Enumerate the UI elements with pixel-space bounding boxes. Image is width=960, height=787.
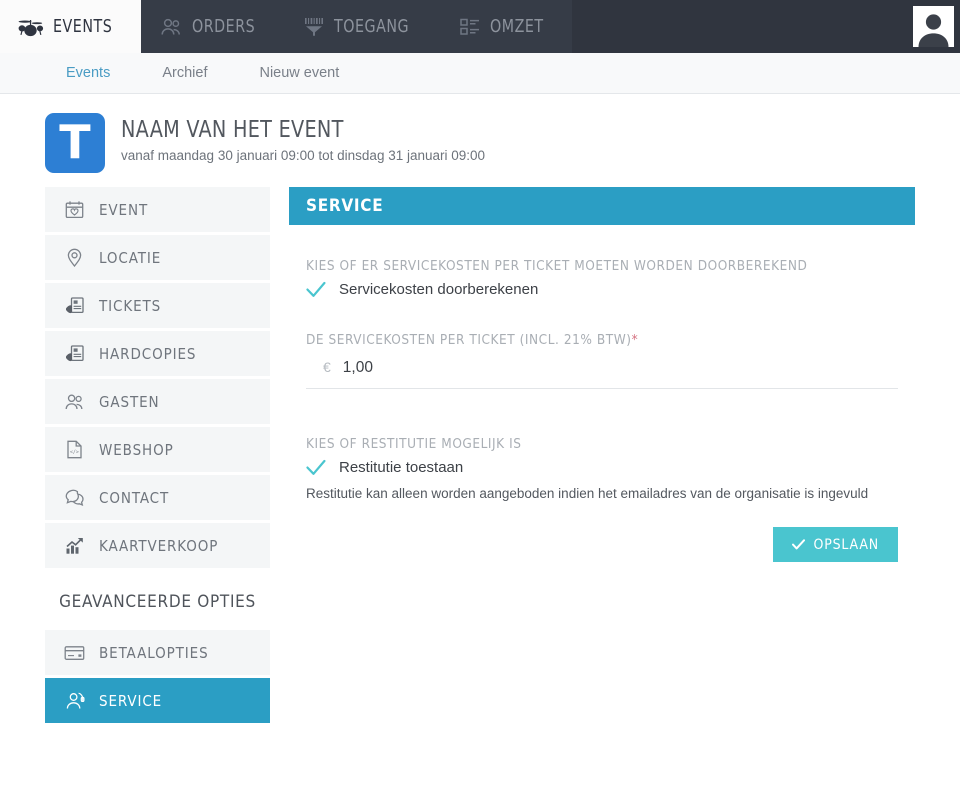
spacer <box>306 298 898 332</box>
actions-row: Opslaan <box>306 527 898 562</box>
content-layout: Event Locatie Tickets <box>0 187 960 726</box>
sidebar-item-contact-label: Contact <box>99 489 169 507</box>
sidebar-item-locatie[interactable]: Locatie <box>45 235 270 280</box>
ticket-hand-icon <box>64 344 85 363</box>
save-button[interactable]: Opslaan <box>773 527 898 562</box>
amount-label-text: De servicekosten per ticket (incl. 21% B… <box>306 332 632 348</box>
nav-item-omzet[interactable]: Omzet <box>441 0 572 53</box>
service-fee-checkbox[interactable]: Servicekosten doorberekenen <box>306 281 898 298</box>
ticket-hand-icon <box>64 296 85 315</box>
code-file-icon: </> <box>64 440 85 459</box>
subnav-item-nieuw-event[interactable]: Nieuw event <box>233 65 365 81</box>
chat-bubbles-icon <box>64 489 85 507</box>
refund-checkbox-label: Restitutie toestaan <box>339 459 463 476</box>
sub-navbar: Events Archief Nieuw event <box>0 53 960 94</box>
amount-input-row[interactable]: € <box>306 350 898 389</box>
service-fee-section-label: Kies of er servicekosten per ticket moet… <box>306 258 898 274</box>
avatar-container <box>907 0 960 53</box>
map-pin-icon <box>64 248 85 267</box>
nav-item-toegang[interactable]: Toegang <box>285 0 440 53</box>
sidebar-item-hardcopies-label: Hardcopies <box>99 345 196 363</box>
sidebar-item-tickets[interactable]: Tickets <box>45 283 270 328</box>
event-logo: T <box>45 113 105 173</box>
subnav-item-events[interactable]: Events <box>40 65 136 81</box>
sidebar-item-locatie-label: Locatie <box>99 249 161 267</box>
avatar[interactable] <box>913 6 954 47</box>
sidebar-item-service-label: Service <box>99 692 162 710</box>
sidebar-item-betaalopties[interactable]: Betaalopties <box>45 630 270 675</box>
users-icon <box>159 17 183 37</box>
checkmark-icon <box>306 281 326 298</box>
nav-item-orders[interactable]: Orders <box>141 0 285 53</box>
sidebar-item-webshop[interactable]: </> Webshop <box>45 427 270 472</box>
svg-text:</>: </> <box>70 450 79 456</box>
sidebar-item-tickets-label: Tickets <box>99 297 161 315</box>
refund-hint: Restitutie kan alleen worden aangeboden … <box>306 486 898 501</box>
sidebar-item-event[interactable]: Event <box>45 187 270 232</box>
sidebar-item-kaartverkoop-label: Kaartverkoop <box>99 537 218 555</box>
event-header: T NAAM VAN HET EVENT vanaf maandag 30 ja… <box>0 94 960 187</box>
amount-input[interactable] <box>343 359 543 377</box>
panel-header: Service <box>289 187 915 225</box>
refund-section-label: Kies of restitutie mogelijk is <box>306 436 898 452</box>
panel-body: Kies of er servicekosten per ticket moet… <box>289 225 915 562</box>
checkmark-icon <box>306 459 326 476</box>
calendar-heart-icon <box>64 200 85 219</box>
page-title: NAAM VAN HET EVENT <box>121 117 460 143</box>
sidebar-item-gasten[interactable]: Gasten <box>45 379 270 424</box>
currency-symbol: € <box>323 359 331 375</box>
sidebar-item-kaartverkoop[interactable]: Kaartverkoop <box>45 523 270 568</box>
check-icon <box>792 539 805 550</box>
service-fee-checkbox-label: Servicekosten doorberekenen <box>339 281 538 298</box>
service-panel: Service Kies of er servicekosten per tic… <box>289 187 915 562</box>
top-nav-items: Events Orders <box>0 0 572 53</box>
credit-card-icon <box>64 645 85 661</box>
sidebar-advanced-heading: Geavanceerde opties <box>45 571 270 630</box>
refund-checkbox[interactable]: Restitutie toestaan <box>306 459 898 476</box>
headset-user-icon <box>64 691 85 710</box>
sidebar-item-hardcopies[interactable]: Hardcopies <box>45 331 270 376</box>
spacer <box>306 389 898 436</box>
subnav-item-archief[interactable]: Archief <box>136 65 233 81</box>
sidebar: Event Locatie Tickets <box>45 187 270 726</box>
nav-item-orders-label: Orders <box>192 16 255 37</box>
sidebar-item-webshop-label: Webshop <box>99 441 174 459</box>
sidebar-item-event-label: Event <box>99 201 148 219</box>
event-header-text: NAAM VAN HET EVENT vanaf maandag 30 janu… <box>121 113 485 163</box>
chart-up-icon <box>64 537 85 555</box>
panel-header-title: Service <box>306 196 383 216</box>
nav-item-events[interactable]: Events <box>0 0 141 53</box>
required-marker: * <box>632 332 639 348</box>
sidebar-item-contact[interactable]: Contact <box>45 475 270 520</box>
save-button-label: Opslaan <box>814 537 879 553</box>
user-avatar-icon <box>913 10 954 47</box>
nav-item-omzet-label: Omzet <box>490 16 544 37</box>
drumkit-icon <box>18 17 44 37</box>
top-navbar: Events Orders <box>0 0 960 53</box>
sidebar-item-betaalopties-label: Betaalopties <box>99 644 209 662</box>
users-icon <box>64 393 85 411</box>
amount-field-label: De servicekosten per ticket (incl. 21% B… <box>306 332 898 348</box>
list-icon <box>459 17 481 37</box>
nav-item-toegang-label: Toegang <box>334 16 409 37</box>
sidebar-item-gasten-label: Gasten <box>99 393 160 411</box>
scanner-icon <box>303 17 325 37</box>
sidebar-item-service[interactable]: Service <box>45 678 270 723</box>
nav-item-events-label: Events <box>53 16 112 37</box>
event-daterange: vanaf maandag 30 januari 09:00 tot dinsd… <box>121 148 485 163</box>
